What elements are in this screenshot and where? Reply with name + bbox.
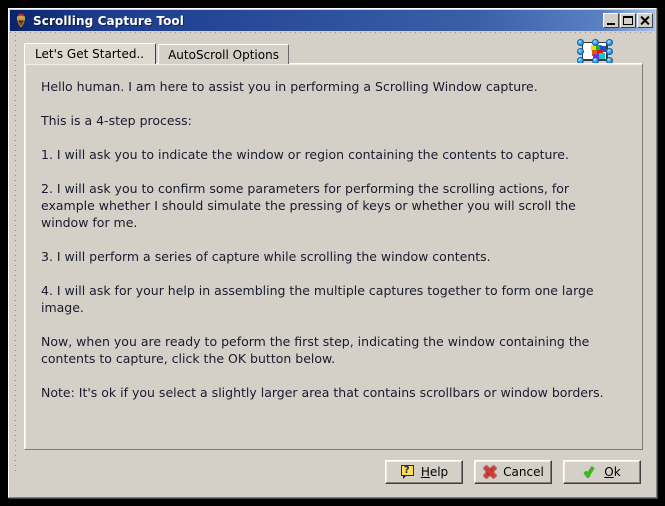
cancel-button[interactable]: Cancel (474, 460, 552, 484)
client-area: Let's Get Started.. AutoScroll Options H… (10, 35, 655, 496)
step-4-paragraph: 4. I will ask for your help in assemblin… (41, 283, 594, 315)
help-question-icon: ? (400, 464, 416, 480)
window-title: Scrolling Capture Tool (33, 13, 184, 28)
call-to-action-paragraph: Now, when you are ready to peform the fi… (41, 334, 590, 366)
capture-thumbnail-preview[interactable] (577, 39, 613, 64)
red-x-icon (482, 464, 498, 480)
tab-lets-get-started[interactable]: Let's Get Started.. (24, 43, 157, 64)
instructions-panel: Hello human. I am here to assist you in … (24, 63, 643, 450)
note-paragraph: Note: It's ok if you select a slightly l… (41, 385, 604, 400)
help-button[interactable]: ? Help (385, 460, 463, 484)
green-check-icon (583, 464, 599, 480)
help-button-label: Help (420, 465, 449, 479)
process-overview-line: This is a 4-step process: (41, 113, 192, 128)
ok-button-label: Ok (604, 465, 621, 479)
resize-handle-w[interactable] (577, 48, 584, 55)
tab-autoscroll-options[interactable]: AutoScroll Options (158, 44, 289, 64)
ok-button[interactable]: Ok (563, 460, 641, 484)
resize-handle-e[interactable] (606, 48, 613, 55)
resize-handle-nw[interactable] (577, 39, 584, 46)
tab-strip: Let's Get Started.. AutoScroll Options (24, 43, 643, 64)
resize-handle-ne[interactable] (606, 39, 613, 46)
scrolling-capture-tool-window: Scrolling Capture Tool Let's Get Started… (8, 8, 657, 498)
step-1-paragraph: 1. I will ask you to indicate the window… (41, 147, 569, 162)
title-bar[interactable]: Scrolling Capture Tool (10, 10, 655, 31)
step-2-paragraph: 2. I will ask you to confirm some parame… (41, 181, 576, 230)
intro-paragraph: Hello human. I am here to assist you in … (41, 79, 538, 94)
tab-label: Let's Get Started.. (35, 47, 145, 61)
close-icon[interactable] (637, 13, 653, 28)
maximize-icon[interactable] (620, 13, 636, 28)
dialog-button-row: ? Help Cancel Ok (385, 460, 641, 484)
minimize-icon[interactable] (603, 13, 619, 28)
cancel-button-label: Cancel (503, 465, 544, 479)
left-dotted-guide (15, 35, 16, 474)
spartan-helmet-icon (13, 13, 29, 29)
resize-handle-n[interactable] (592, 39, 599, 46)
tab-label: AutoScroll Options (168, 47, 279, 62)
step-3-paragraph: 3. I will perform a series of capture wh… (41, 249, 491, 264)
